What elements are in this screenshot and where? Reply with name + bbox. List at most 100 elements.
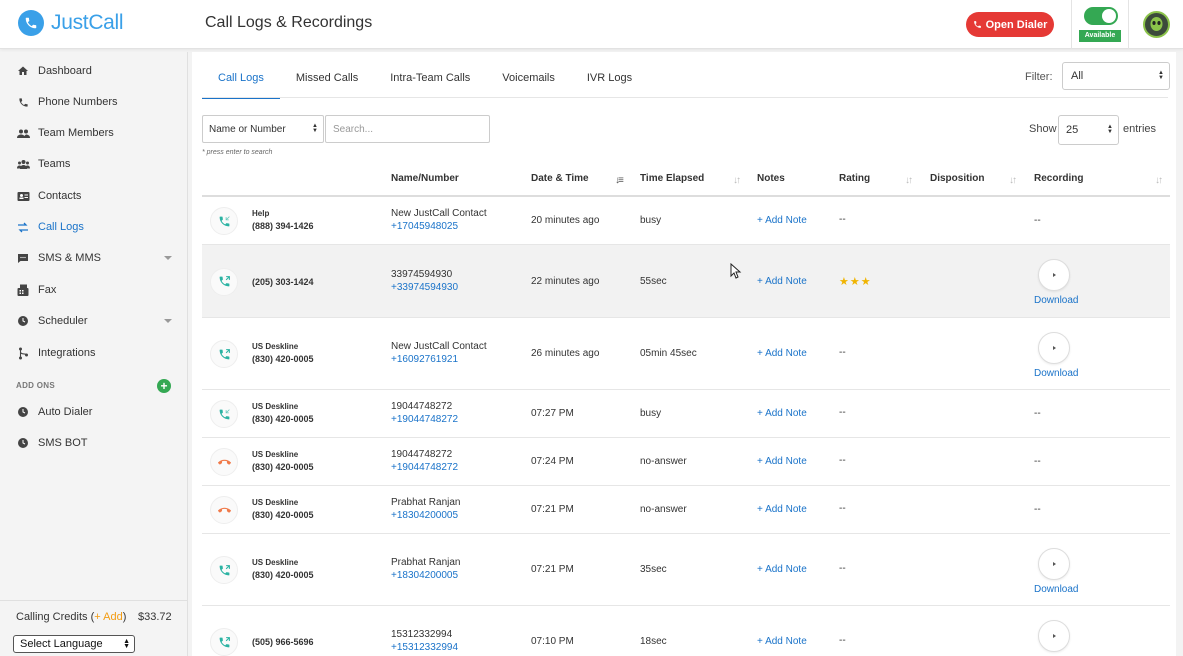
play-recording-button[interactable] — [1038, 259, 1070, 291]
rating[interactable]: -- — [839, 503, 846, 514]
sidebar-item-sms-mms[interactable]: SMS & MMS — [0, 244, 188, 272]
sidebar-item-label: Integrations — [38, 347, 96, 359]
fax-icon — [16, 283, 30, 297]
language-select[interactable]: Select Language ▲ ▼ — [13, 635, 135, 653]
sidebar-item-teams[interactable]: Teams — [0, 150, 188, 178]
filter-label: Filter: — [1025, 71, 1053, 83]
tab-voicemails[interactable]: Voicemails — [486, 64, 571, 98]
chevron-down-icon[interactable] — [164, 256, 172, 260]
sidebar-item-team-members[interactable]: Team Members — [0, 119, 188, 147]
divider — [202, 97, 1168, 98]
sidebar-item-call-logs[interactable]: Call Logs — [0, 213, 188, 241]
date-time: 07:21 PM — [531, 504, 574, 515]
contact-name: 15312332994 — [391, 629, 453, 640]
play-recording-button[interactable] — [1038, 548, 1070, 580]
caller-number: (830) 420-0005 — [252, 354, 314, 364]
contact-number-link[interactable]: +15312332994 — [391, 642, 458, 653]
rating[interactable]: ★★★ — [839, 275, 872, 288]
sort-icon[interactable]: ↓↑ — [905, 175, 913, 186]
add-note-link[interactable]: + Add Note — [757, 636, 807, 647]
sidebar-item-sms-bot[interactable]: SMS BOT — [0, 429, 188, 457]
sort-icon[interactable]: ↓↑ — [1009, 175, 1017, 186]
sidebar-item-contacts[interactable]: Contacts — [0, 182, 188, 210]
search-type-select[interactable]: Name or Number ▲ ▼ — [202, 115, 324, 143]
download-link[interactable]: Download — [1034, 295, 1078, 306]
column-header-date-time[interactable]: Date & Time — [531, 173, 589, 184]
chevron-down-icon[interactable] — [164, 319, 172, 323]
column-header-name-number[interactable]: Name/Number — [391, 173, 459, 184]
sidebar-item-label: Dashboard — [38, 65, 92, 77]
table-row: US Deskline (830) 420-0005 19044748272 +… — [202, 438, 1170, 486]
tab-call-logs[interactable]: Call Logs — [202, 64, 280, 99]
tab-intra-team-calls[interactable]: Intra-Team Calls — [374, 64, 486, 98]
date-time: 22 minutes ago — [531, 275, 600, 287]
sidebar-item-integrations[interactable]: Integrations — [0, 339, 188, 367]
add-note-link[interactable]: + Add Note — [757, 215, 807, 226]
swap-arrows-icon — [16, 220, 30, 234]
contact-number-link[interactable]: +18304200005 — [391, 510, 461, 521]
search-input[interactable]: Search... — [325, 115, 490, 143]
table-row: US Deskline (830) 420-0005 New JustCall … — [202, 318, 1170, 390]
download-link[interactable]: Download — [1034, 368, 1078, 379]
contact-cell: 19044748272 +19044748272 — [391, 449, 458, 473]
availability-toggle[interactable]: Available — [1071, 0, 1129, 49]
contact-number-link[interactable]: +19044748272 — [391, 462, 458, 473]
column-header-time-elapsed[interactable]: Time Elapsed — [640, 173, 704, 184]
add-note-link[interactable]: + Add Note — [757, 504, 807, 515]
tab-missed-calls[interactable]: Missed Calls — [280, 64, 374, 98]
play-recording-button[interactable] — [1038, 332, 1070, 364]
sort-desc-icon[interactable]: ↓≡ — [615, 175, 624, 186]
sidebar-item-fax[interactable]: Fax — [0, 276, 188, 304]
page-size-select[interactable]: 25 ▲ ▼ — [1058, 115, 1119, 145]
contact-number-link[interactable]: +19044748272 — [391, 414, 458, 425]
avatar[interactable] — [1143, 11, 1170, 38]
contact-card-icon — [16, 189, 30, 203]
rating[interactable]: -- — [839, 347, 846, 358]
add-note-link[interactable]: + Add Note — [757, 564, 807, 575]
add-note-link[interactable]: + Add Note — [757, 456, 807, 467]
contact-number-link[interactable]: +17045948025 — [391, 221, 487, 232]
sidebar-item-label: Contacts — [38, 190, 82, 202]
open-dialer-button[interactable]: Open Dialer — [966, 12, 1054, 37]
sidebar-item-label: Teams — [38, 158, 71, 170]
add-note-link[interactable]: + Add Note — [757, 408, 807, 419]
call-type-icon — [210, 448, 238, 476]
sidebar-item-phone-numbers[interactable]: Phone Numbers — [0, 88, 188, 116]
add-note-link[interactable]: + Add Note — [757, 276, 807, 287]
contact-cell: 33974594930 +33974594930 — [391, 269, 458, 293]
column-header-notes[interactable]: Notes — [757, 173, 785, 184]
add-addon-button[interactable]: + — [157, 379, 171, 393]
rating[interactable]: -- — [839, 563, 846, 574]
page-title: Call Logs & Recordings — [205, 14, 373, 31]
select-arrows-icon: ▲ ▼ — [123, 638, 130, 650]
sort-icon[interactable]: ↓↑ — [1155, 175, 1163, 186]
caller-number: (205) 303-1424 — [252, 276, 314, 287]
download-link[interactable]: Download — [1034, 584, 1078, 595]
contact-number-link[interactable]: +18304200005 — [391, 570, 461, 581]
column-header-rating[interactable]: Rating — [839, 173, 870, 184]
time-elapsed: 05min 45sec — [640, 348, 697, 359]
sidebar-item-auto-dialer[interactable]: Auto Dialer — [0, 398, 188, 426]
rating[interactable]: -- — [839, 455, 846, 466]
caller-name: US Deskline — [252, 450, 299, 459]
date-time: 07:21 PM — [531, 564, 574, 575]
add-note-link[interactable]: + Add Note — [757, 348, 807, 359]
contact-number-link[interactable]: +33974594930 — [391, 282, 458, 293]
rating[interactable]: -- — [839, 214, 846, 225]
tab-ivr-logs[interactable]: IVR Logs — [571, 64, 648, 98]
availability-switch[interactable] — [1084, 7, 1118, 25]
sidebar-item-scheduler[interactable]: Scheduler — [0, 307, 188, 335]
rating[interactable]: -- — [839, 635, 846, 646]
sort-icon[interactable]: ↓↑ — [733, 175, 741, 186]
rating[interactable]: -- — [839, 407, 846, 418]
column-header-disposition[interactable]: Disposition — [930, 173, 984, 184]
sidebar-item-dashboard[interactable]: Dashboard — [0, 57, 188, 85]
top-bar: JustCall Call Logs & Recordings Open Dia… — [0, 0, 1183, 49]
mouse-cursor-icon — [730, 263, 742, 279]
column-header-recording[interactable]: Recording — [1034, 173, 1083, 184]
contact-number-link[interactable]: +16092761921 — [391, 354, 487, 365]
add-credits-link[interactable]: + Add — [94, 611, 122, 623]
justcall-logo[interactable]: JustCall — [18, 10, 124, 36]
play-recording-button[interactable] — [1038, 620, 1070, 652]
filter-select[interactable]: All ▲ ▼ — [1062, 62, 1170, 90]
